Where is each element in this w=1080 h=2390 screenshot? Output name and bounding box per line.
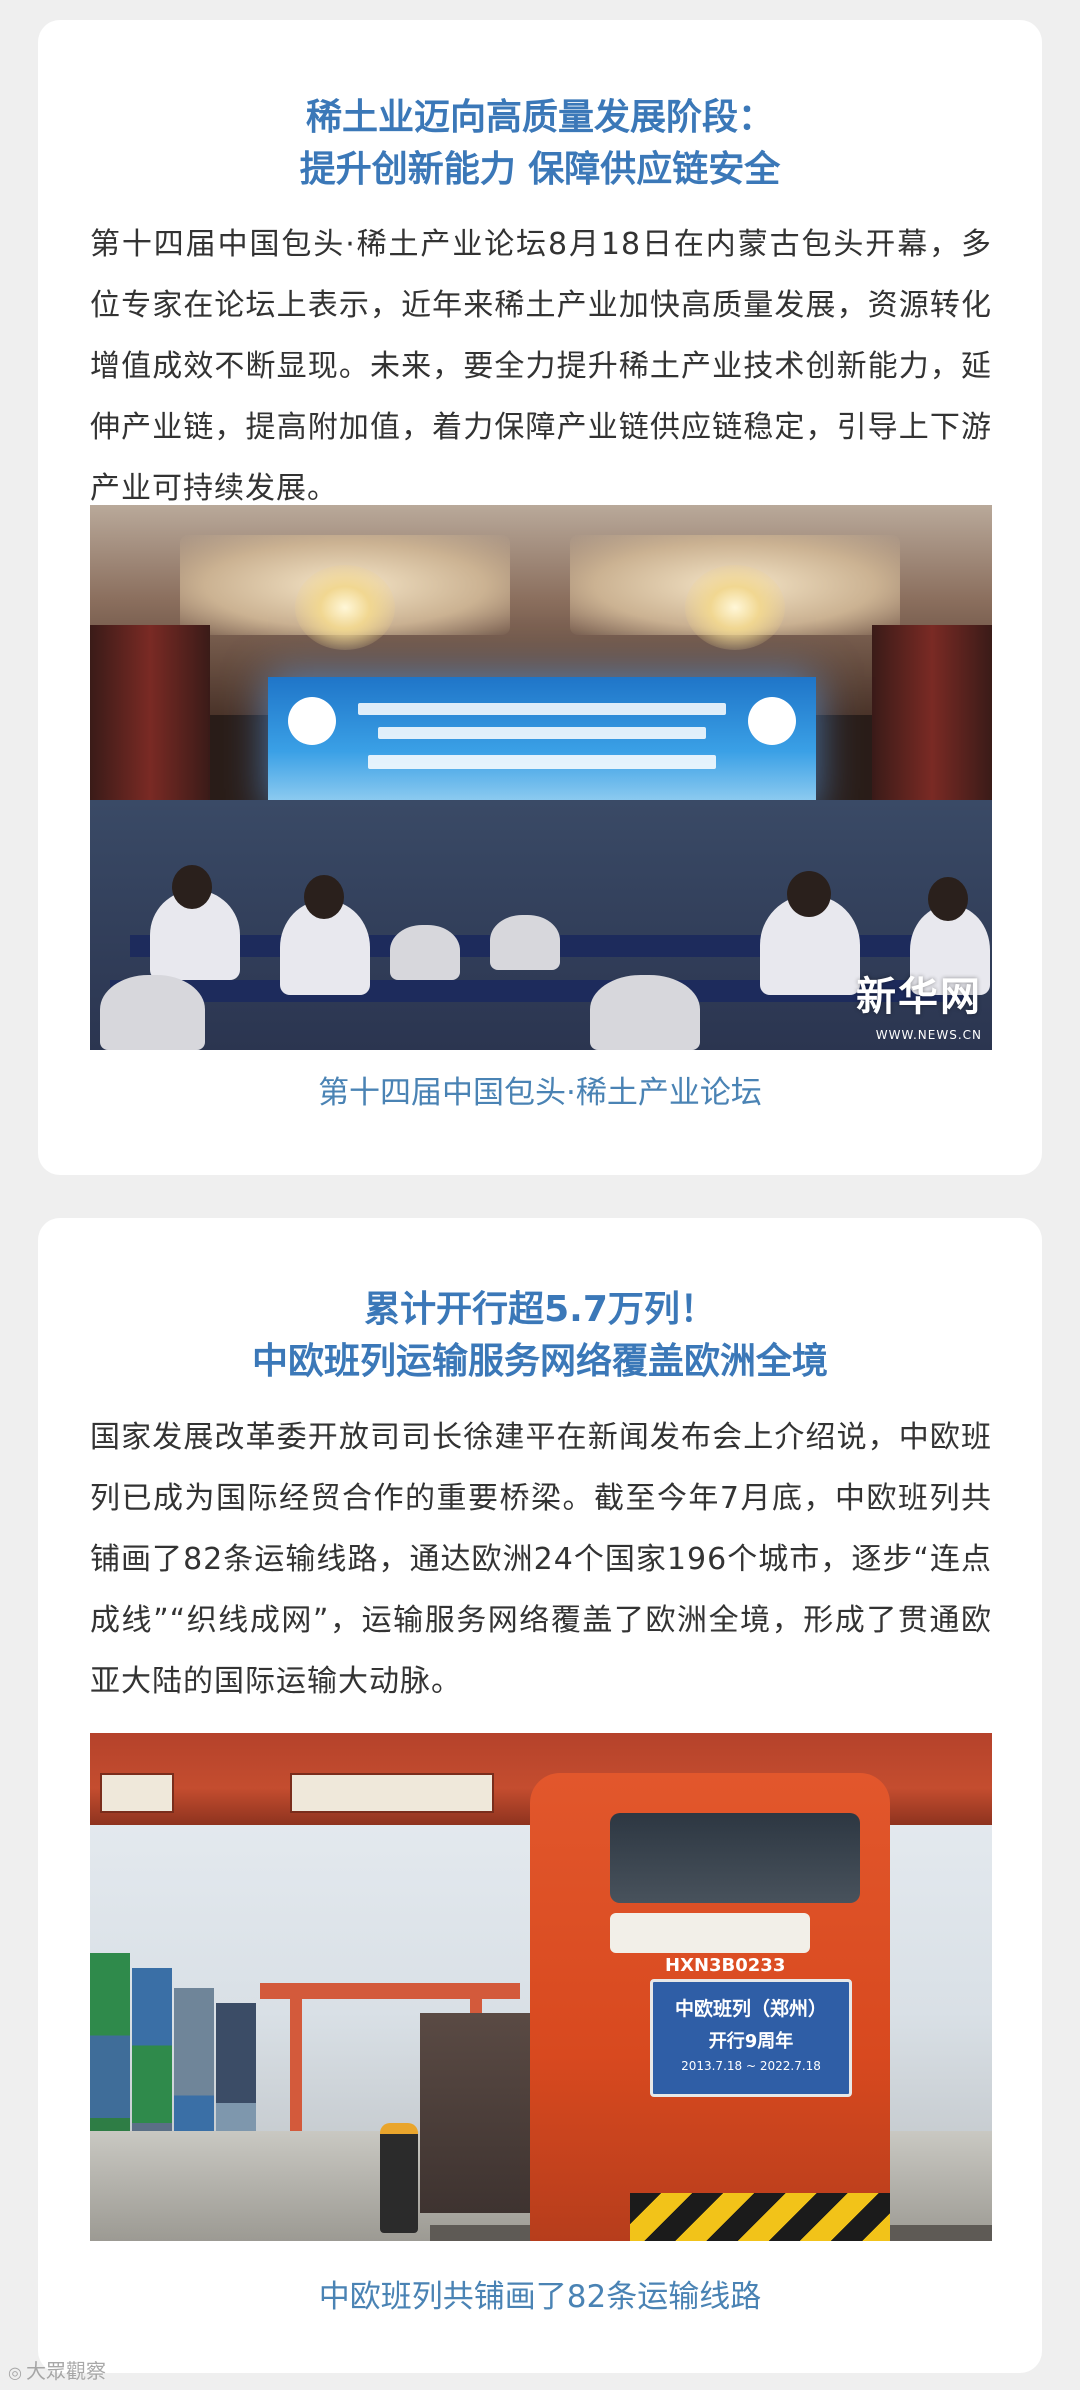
article-card-china-europe-railway: 累计开行超5.7万列！ 中欧班列运输服务网络覆盖欧洲全境 国家发展改革委开放司司…: [38, 1218, 1042, 2373]
chandelier: [295, 565, 395, 650]
distant-crane: [260, 1983, 520, 1999]
article-paragraph: 国家发展改革委开放司司长徐建平在新闻发布会上介绍说，中欧班列已成为国际经贸合作的…: [90, 1420, 992, 1699]
conference-photo[interactable]: 新华网 WWW.NEWS.CN: [90, 505, 992, 1050]
plate-line2: 开行9周年: [708, 2031, 794, 2052]
photo-caption: 中欧班列共铺画了82条运输线路: [318, 2279, 762, 2315]
anniversary-plate: 中欧班列（郑州） 开行9周年 2013.7.18 ~ 2022.7.18: [650, 1979, 852, 2097]
watermark-text: 大眾觀察: [25, 2359, 106, 2383]
xinhua-watermark: 新华网: [856, 974, 982, 1020]
plate-line3: 2013.7.18 ~ 2022.7.18: [681, 2059, 821, 2073]
attendee-head: [787, 871, 831, 917]
rail-yard-scene: HXN3B0233 中欧班列（郑州） 开行9周年 2013.7.18 ~ 202…: [90, 1733, 992, 2241]
forum-logo-icon: [748, 697, 796, 745]
xinhua-url: WWW.NEWS.CN: [875, 1028, 982, 1042]
chair: [590, 975, 700, 1050]
screen-text-line: [358, 703, 726, 715]
chandelier: [685, 565, 785, 650]
photo-caption: 第十四届中国包头·稀土产业论坛: [318, 1075, 762, 1111]
stage-screen: [268, 677, 816, 812]
gantry-sign: [290, 1773, 494, 1813]
article-title: 累计开行超5.7万列！ 中欧班列运输服务网络覆盖欧洲全境: [38, 1284, 1042, 1388]
locomotive-id: HXN3B0233: [665, 1955, 786, 1976]
source-watermark: ◎ 大眾觀察: [8, 2355, 106, 2384]
plate-line1: 中欧班列（郑州）: [674, 1998, 827, 2020]
screen-text-line: [378, 727, 706, 739]
attendee-head: [304, 875, 344, 919]
article-card-rare-earth: 稀土业迈向高质量发展阶段： 提升创新能力 保障供应链安全 第十四届中国包头·稀土…: [38, 20, 1042, 1175]
logo-icon: ◎: [8, 2363, 22, 2382]
conference-hall-scene: 新华网 WWW.NEWS.CN: [90, 505, 992, 1050]
chair: [100, 975, 205, 1050]
hazard-stripes: [630, 2193, 890, 2241]
train-photo[interactable]: HXN3B0233 中欧班列（郑州） 开行9周年 2013.7.18 ~ 202…: [90, 1733, 992, 2241]
forum-logo-icon: [288, 697, 336, 745]
attendee-head: [928, 877, 968, 921]
article-title-line1: 稀土业迈向高质量发展阶段：: [305, 97, 774, 138]
rail-worker: [380, 2123, 418, 2233]
article-title-line1: 累计开行超5.7万列！: [364, 1289, 716, 1330]
screen-text-line: [368, 755, 716, 769]
article-title-line2: 提升创新能力 保障供应链安全: [299, 149, 781, 190]
locomotive-windshield: [610, 1813, 860, 1903]
chair: [490, 915, 560, 970]
attendee-head: [172, 865, 212, 909]
locomotive-logo-panel: [610, 1913, 810, 1953]
distant-crane-leg: [290, 1999, 302, 2139]
gantry-sign: [100, 1773, 174, 1813]
article-title: 稀土业迈向高质量发展阶段： 提升创新能力 保障供应链安全: [38, 92, 1042, 196]
chair: [390, 925, 460, 980]
article-title-line2: 中欧班列运输服务网络覆盖欧洲全境: [251, 1341, 828, 1382]
article-paragraph: 第十四届中国包头·稀土产业论坛8月18日在内蒙古包头开幕，多位专家在论坛上表示，…: [90, 227, 992, 506]
